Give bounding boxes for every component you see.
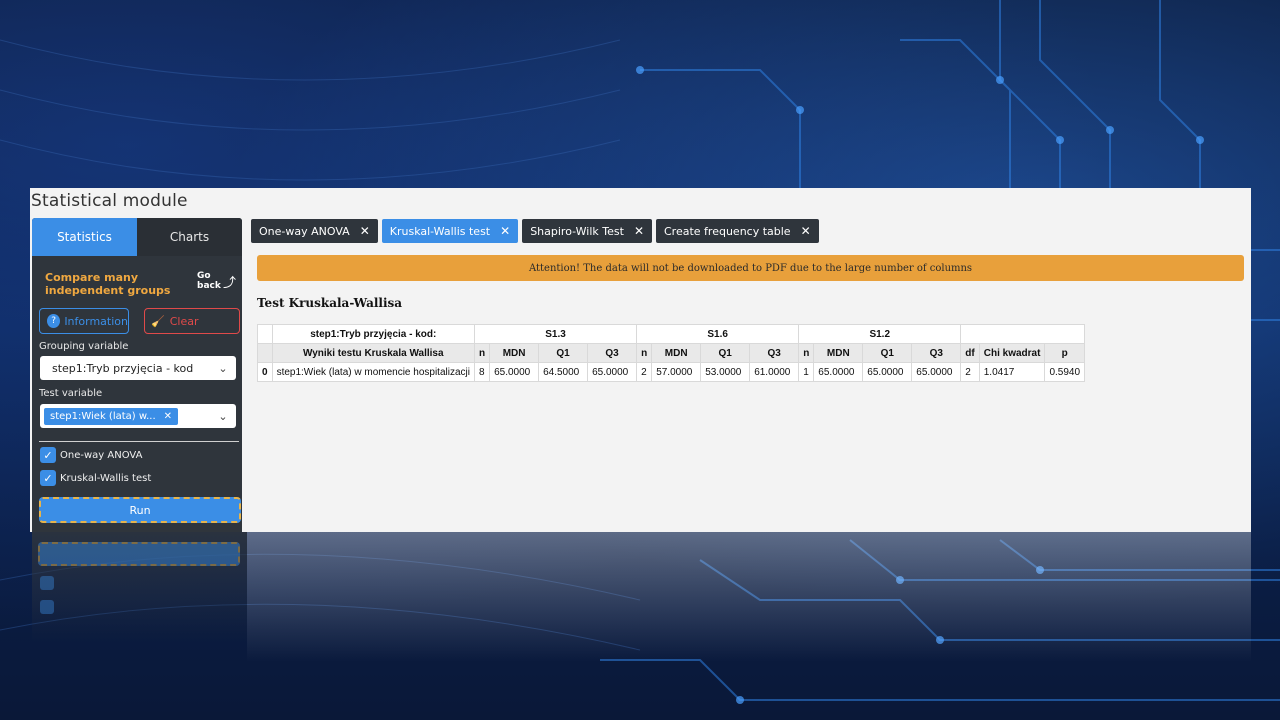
group-header: S1.3	[473, 324, 638, 344]
checkbox-reflection	[40, 576, 54, 590]
table-cell: 65.0000	[862, 362, 913, 382]
run-button-reflection	[38, 542, 240, 566]
go-back-arrow-icon[interactable]: ⤴	[223, 272, 236, 291]
column-header: n	[636, 343, 653, 363]
close-icon[interactable]: ✕	[801, 224, 811, 238]
column-header: Q1	[538, 343, 589, 363]
checkbox-one-way-anova[interactable]: ✓ One-way ANOVA	[40, 447, 142, 463]
table-cell: 1.0417	[978, 362, 1046, 382]
pdf-warning-alert: Attention! The data will not be download…	[257, 255, 1244, 281]
clear-label: Clear	[169, 314, 199, 328]
test-variable-select[interactable]: step1:Wiek (lata) w... ✕ ⌄	[40, 404, 236, 428]
column-header: MDN	[651, 343, 702, 363]
column-header: Chi kwadrat	[978, 343, 1046, 363]
checkbox-label: Kruskal-Wallis test	[60, 472, 152, 484]
chevron-down-icon[interactable]: ⌄	[210, 362, 236, 375]
tab-label: Shapiro-Wilk Test	[530, 224, 624, 238]
empty-header-cell	[257, 324, 273, 344]
column-header: MDN	[489, 343, 540, 363]
table-cell: 64.5000	[538, 362, 589, 382]
tab-charts[interactable]: Charts	[137, 218, 242, 256]
checkbox-label: One-way ANOVA	[60, 449, 143, 461]
divider	[39, 441, 239, 442]
test-variable-chip-label: step1:Wiek (lata) w...	[50, 410, 156, 422]
window-reflection	[247, 532, 1251, 662]
empty-header-cell	[960, 324, 1086, 344]
table-cell: 65.0000	[489, 362, 540, 382]
close-icon[interactable]: ✕	[634, 224, 644, 238]
column-header: n	[798, 343, 815, 363]
column-header: MDN	[813, 343, 864, 363]
checkbox-kruskal-wallis[interactable]: ✓ Kruskal-Wallis test	[40, 470, 151, 486]
panel-reflection	[32, 532, 247, 642]
group-header-label: step1:Tryb przyjęcia - kod:	[271, 324, 475, 344]
grouping-variable-label: Grouping variable	[39, 341, 129, 352]
tab-label: Kruskal-Wallis test	[389, 224, 491, 238]
close-icon[interactable]: ✕	[500, 224, 510, 238]
checkmark-icon[interactable]: ✓	[40, 470, 56, 486]
tab-statistics[interactable]: Statistics	[32, 218, 137, 256]
column-header: Q3	[587, 343, 638, 363]
chevron-down-icon[interactable]: ⌄	[210, 410, 236, 423]
group-header: S1.6	[636, 324, 800, 344]
tab-label: Create frequency table	[664, 224, 791, 238]
sidebar-tabs: Statistics Charts	[32, 218, 242, 256]
checkbox-reflection	[40, 600, 54, 614]
column-header: n	[473, 343, 491, 363]
information-label: Information	[64, 314, 128, 328]
table-cell: 1	[798, 362, 815, 382]
table-header-row: step1:Tryb przyjęcia - kod: S1.3 S1.6 S1…	[257, 324, 1086, 344]
app-window: Statistical module Statistics Charts Com…	[30, 188, 1251, 532]
tab-shapiro-wilk[interactable]: Shapiro-Wilk Test ✕	[522, 219, 652, 243]
results-table: step1:Tryb przyjęcia - kod: S1.3 S1.6 S1…	[257, 324, 1086, 382]
row-label: step1:Wiek (lata) w momencie hospitaliza…	[271, 362, 475, 382]
clear-button[interactable]: 🧹 Clear	[144, 308, 240, 334]
table-row: 0 step1:Wiek (lata) w momencie hospitali…	[257, 362, 1086, 382]
go-back-label: Go back	[197, 271, 221, 291]
app-title: Statistical module	[31, 191, 188, 211]
column-header: p	[1044, 343, 1086, 363]
chip-close-icon[interactable]: ✕	[164, 411, 172, 422]
sidebar-panel: Statistics Charts Compare many independe…	[32, 218, 242, 532]
test-variable-chip[interactable]: step1:Wiek (lata) w... ✕	[44, 407, 179, 425]
table-cell: 65.0000	[587, 362, 638, 382]
result-tabs: One-way ANOVA ✕ Kruskal-Wallis test ✕ Shap…	[251, 219, 819, 243]
run-button[interactable]: Run	[39, 497, 241, 523]
column-header: Q1	[700, 343, 751, 363]
checkmark-icon[interactable]: ✓	[40, 447, 56, 463]
tab-frequency-table[interactable]: Create frequency table ✕	[656, 219, 819, 243]
table-subheader-row: Wyniki testu Kruskala Wallisa n MDN Q1 Q…	[257, 343, 1086, 363]
table-cell: 2	[960, 362, 980, 382]
column-header: Q3	[749, 343, 800, 363]
section-title: Compare many independent groups	[45, 271, 171, 297]
table-cell: 65.0000	[911, 362, 962, 382]
table-cell: 53.0000	[700, 362, 751, 382]
broom-icon: 🧹	[151, 314, 165, 328]
row-index: 0	[257, 362, 273, 382]
column-header: Q3	[911, 343, 962, 363]
row-header-label: Wyniki testu Kruskala Wallisa	[271, 343, 475, 363]
column-header: df	[960, 343, 980, 363]
information-button[interactable]: ? Information	[39, 308, 129, 334]
result-heading: Test Kruskala-Wallisa	[257, 296, 403, 310]
table-cell: 61.0000	[749, 362, 800, 382]
group-header: S1.2	[798, 324, 962, 344]
tab-one-way-anova[interactable]: One-way ANOVA ✕	[251, 219, 378, 243]
table-cell: 0.5940	[1044, 362, 1086, 382]
empty-header-cell	[257, 343, 273, 363]
table-cell: 57.0000	[651, 362, 702, 382]
column-header: Q1	[862, 343, 913, 363]
tab-kruskal-wallis[interactable]: Kruskal-Wallis test ✕	[381, 219, 519, 243]
info-icon: ?	[47, 314, 61, 328]
grouping-variable-value: step1:Tryb przyjęcia - kod	[52, 361, 194, 375]
grouping-variable-select[interactable]: step1:Tryb przyjęcia - kod ⌄	[40, 356, 236, 380]
test-variable-label: Test variable	[39, 388, 103, 399]
table-cell: 65.0000	[813, 362, 864, 382]
table-cell: 8	[473, 362, 491, 382]
tab-label: One-way ANOVA	[259, 224, 350, 238]
go-back-button[interactable]: Go back	[197, 271, 221, 291]
table-cell: 2	[636, 362, 653, 382]
close-icon[interactable]: ✕	[360, 224, 370, 238]
